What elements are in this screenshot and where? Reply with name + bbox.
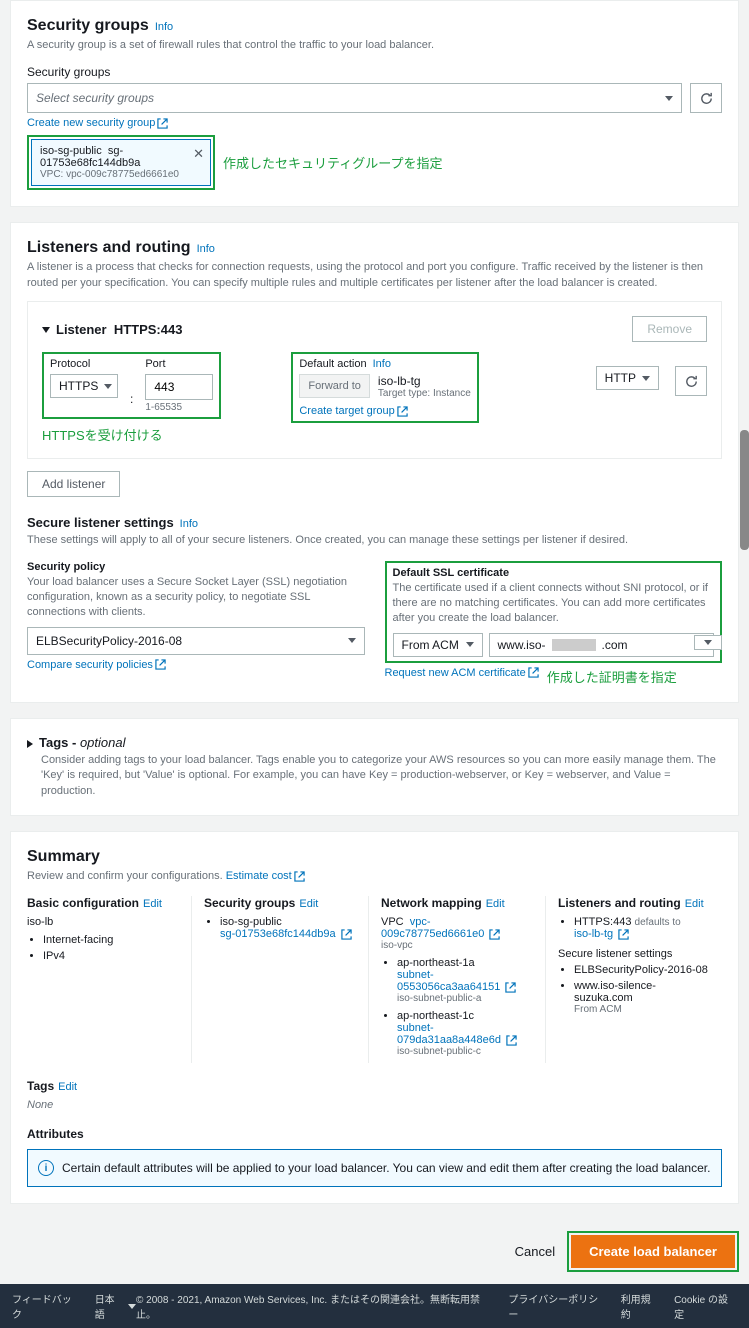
edit-nm-link[interactable]: Edit	[486, 898, 505, 910]
cert-annotation: 作成した証明書を指定	[547, 667, 677, 686]
footer: フィードバック 日本語 © 2008 - 2021, Amazon Web Se…	[0, 1284, 749, 1328]
add-listener-button[interactable]: Add listener	[27, 471, 120, 497]
http-select[interactable]: HTTP	[596, 366, 659, 390]
protocol-label: Protocol	[50, 358, 118, 370]
lr-desc: A listener is a process that checks for …	[27, 260, 722, 291]
chevron-down-icon	[665, 96, 673, 101]
target-group-name: iso-lb-tg	[378, 374, 471, 388]
listener-header[interactable]: Listener HTTPS:443	[42, 322, 182, 337]
chevron-down-icon	[128, 1304, 136, 1309]
refresh-button[interactable]	[675, 366, 707, 396]
cert-value-select[interactable]: www.iso-.com	[489, 633, 715, 657]
external-link-icon	[294, 871, 305, 882]
security-groups-panel: Security groups Info A security group is …	[10, 0, 739, 207]
external-link-icon	[157, 118, 168, 129]
estimate-cost-link[interactable]: Estimate cost	[226, 870, 305, 882]
forward-to-label: Forward to	[299, 374, 370, 398]
request-cert-link[interactable]: Request new ACM certificate	[385, 667, 539, 679]
external-link-icon	[528, 667, 539, 678]
sls-info-link[interactable]: Info	[180, 518, 198, 530]
remove-tag-button[interactable]: ✕	[193, 146, 204, 162]
privacy-link[interactable]: プライバシーポリシー	[508, 1291, 606, 1321]
lr-title: Listeners and routing	[27, 239, 191, 256]
feedback-link[interactable]: フィードバック	[12, 1291, 81, 1321]
sg-id-link[interactable]: sg-01753e68fc144db9a	[220, 928, 356, 940]
create-tg-link[interactable]: Create target group	[299, 405, 470, 417]
sls-title: Secure listener settings	[27, 515, 174, 530]
tags-header[interactable]: Tags - optional	[27, 735, 722, 750]
cert-label: Default SSL certificate	[393, 567, 715, 579]
edit-bc-link[interactable]: Edit	[143, 898, 162, 910]
chevron-down-icon	[704, 640, 712, 645]
default-action-label: Default action	[299, 358, 366, 370]
refresh-button[interactable]	[690, 83, 722, 113]
cert-highlight: Default SSL certificate The certificate …	[385, 561, 723, 663]
compare-policies-link[interactable]: Compare security policies	[27, 659, 365, 671]
remove-listener-button[interactable]: Remove	[632, 316, 707, 342]
security-policy-select[interactable]: ELBSecurityPolicy-2016-08	[27, 627, 365, 655]
external-link-icon	[489, 929, 500, 940]
sg-label: Security groups	[27, 65, 722, 79]
sls-desc: These settings will apply to all of your…	[27, 533, 722, 548]
target-group-type: Target type: Instance	[378, 388, 471, 399]
subnet2-link[interactable]: subnet-079da31aa8a448e6d	[397, 1022, 533, 1046]
chevron-down-icon	[104, 384, 112, 389]
attributes-info-box: i Certain default attributes will be app…	[27, 1149, 722, 1187]
sp-label: Security policy	[27, 561, 365, 573]
protocol-port-highlight: Protocol HTTPS : Port 1-65535	[42, 352, 221, 419]
external-link-icon	[341, 929, 352, 940]
sg-info-link[interactable]: Info	[155, 21, 173, 33]
external-link-icon	[397, 406, 408, 417]
chevron-down-icon	[466, 642, 474, 647]
sg-tag: iso-sg-public sg-01753e68fc144db9a VPC: …	[31, 139, 211, 186]
summary-title: Summary	[27, 848, 100, 865]
port-label: Port	[145, 358, 213, 370]
cert-source-select[interactable]: From ACM	[393, 633, 483, 657]
chevron-down-icon	[642, 376, 650, 381]
cancel-button[interactable]: Cancel	[515, 1244, 555, 1259]
caret-down-icon	[42, 327, 50, 333]
external-link-icon	[506, 1035, 517, 1046]
cert-extra-select[interactable]	[694, 635, 722, 650]
external-link-icon	[618, 929, 629, 940]
terms-link[interactable]: 利用規約	[621, 1291, 660, 1321]
subnet1-link[interactable]: subnet-0553056ca3aa64151	[397, 969, 533, 993]
cookie-link[interactable]: Cookie の設定	[674, 1291, 737, 1321]
lr-info-link[interactable]: Info	[197, 243, 215, 255]
info-icon: i	[38, 1160, 54, 1176]
tg-link[interactable]: iso-lb-tg	[574, 928, 710, 940]
port-input[interactable]	[145, 374, 213, 400]
sg-select[interactable]: Select security groups	[27, 83, 682, 113]
external-link-icon	[505, 982, 516, 993]
scrollbar-thumb[interactable]	[740, 430, 749, 550]
default-action-highlight: Default actionInfo Forward to iso-lb-tg …	[291, 352, 478, 423]
create-highlight: Create load balancer	[567, 1231, 739, 1272]
summary-panel: Summary Review and confirm your configur…	[10, 831, 739, 1204]
sg-highlight: iso-sg-public sg-01753e68fc144db9a VPC: …	[27, 135, 215, 190]
sg-annotation: 作成したセキュリティグループを指定	[223, 153, 442, 172]
sg-title: Security groups	[27, 17, 149, 34]
create-sg-link[interactable]: Create new security group	[27, 117, 722, 129]
tags-desc: Consider adding tags to your load balanc…	[41, 753, 722, 799]
protocol-select[interactable]: HTTPS	[50, 374, 118, 398]
listeners-panel: Listeners and routing Info A listener is …	[10, 222, 739, 702]
caret-right-icon	[27, 740, 33, 748]
create-load-balancer-button[interactable]: Create load balancer	[571, 1235, 735, 1268]
chevron-down-icon	[348, 638, 356, 643]
edit-lr-link[interactable]: Edit	[685, 898, 704, 910]
external-link-icon	[155, 659, 166, 670]
sg-desc: A security group is a set of firewall ru…	[27, 38, 722, 53]
listener-box: Listener HTTPS:443 Remove Protocol HTTPS…	[27, 301, 722, 459]
edit-tags-link[interactable]: Edit	[58, 1081, 77, 1093]
tags-panel: Tags - optional Consider adding tags to …	[10, 718, 739, 816]
lr-annotation: HTTPSを受け付ける	[42, 425, 707, 444]
edit-sg-link[interactable]: Edit	[299, 898, 318, 910]
language-select[interactable]: 日本語	[95, 1291, 136, 1321]
